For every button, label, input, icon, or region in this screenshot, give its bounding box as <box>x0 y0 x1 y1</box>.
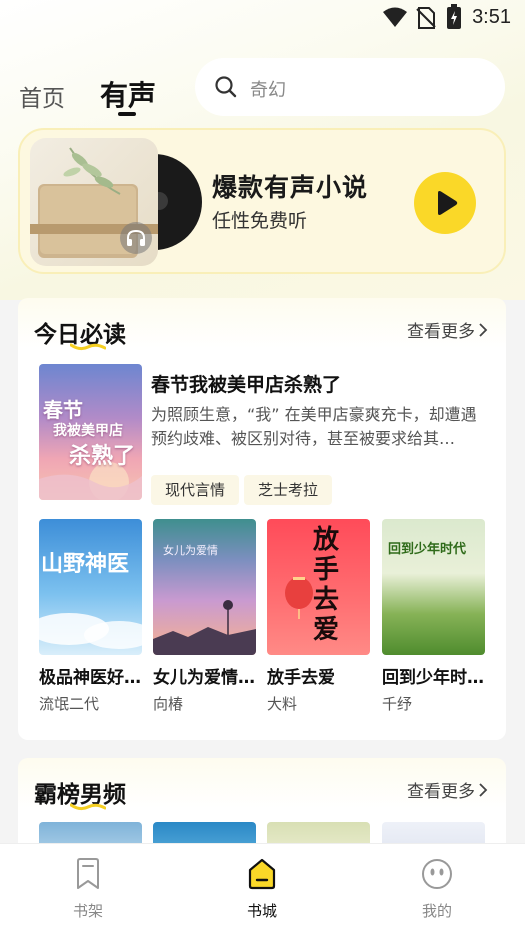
nav-label: 书城 <box>246 902 277 920</box>
book-card[interactable]: 女儿为爱情 女儿为爱情… 向椿 <box>153 519 256 714</box>
wifi-icon <box>383 7 407 27</box>
search-input[interactable]: 奇幻 <box>195 58 505 116</box>
clock: 3:51 <box>472 6 511 28</box>
book-author: 千纾 <box>382 695 413 713</box>
banner-title: 爆款有声小说 <box>212 173 369 202</box>
see-more-link[interactable]: 查看更多 <box>407 317 488 342</box>
battery-charging-icon <box>447 4 461 29</box>
play-icon <box>438 191 458 215</box>
nav-profile[interactable]: 我的 <box>397 858 477 921</box>
book-cover: 山野神医 <box>39 519 142 655</box>
nav-bookshelf[interactable]: 书架 <box>48 858 128 921</box>
book-author: 向椿 <box>153 695 184 713</box>
book-title: 极品神医好… <box>39 668 141 688</box>
bookstore-icon <box>248 858 276 890</box>
title-underline-decor <box>70 803 106 811</box>
headphones-icon <box>120 222 152 254</box>
active-tab-indicator <box>118 112 136 116</box>
book-cover: 放手去爱 <box>267 519 370 655</box>
play-button[interactable] <box>414 172 476 234</box>
bookmark-icon <box>77 858 99 889</box>
book-title: 回到少年时… <box>382 668 484 688</box>
audio-novel-banner[interactable]: 爆款有声小说 任性免费听 <box>18 128 506 274</box>
author-tag[interactable]: 芝士考拉 <box>244 475 333 505</box>
book-cover: 回到少年时代 <box>382 519 485 655</box>
featured-book-description: 为照顾生意，“我” 在美甲店豪爽充卡，却遭遇预约歧难、被区别对待，甚至被要求给其… <box>151 405 477 448</box>
featured-book-cover[interactable]: 春节 我被美甲店 杀熟了 <box>39 364 142 500</box>
featured-book-title[interactable]: 春节我被美甲店杀熟了 <box>151 370 341 397</box>
search-placeholder: 奇幻 <box>250 80 286 101</box>
book-author: 大料 <box>267 695 298 713</box>
bottom-navigation: 书架 书城 我的 <box>0 843 525 935</box>
book-card[interactable]: 山野神医 极品神医好… 流氓二代 <box>39 519 142 714</box>
tab-audio[interactable]: 有声 <box>100 74 156 114</box>
book-author: 流氓二代 <box>39 695 100 713</box>
nav-bookstore[interactable]: 书城 <box>222 858 302 921</box>
see-more-link[interactable]: 查看更多 <box>407 777 488 802</box>
book-title: 放手去爱 <box>267 668 335 688</box>
book-card[interactable]: 放手去爱 放手去爱 大料 <box>267 519 370 714</box>
book-cover: 女儿为爱情 <box>153 519 256 655</box>
status-bar: 3:51 <box>0 0 525 36</box>
nav-label: 书架 <box>72 902 103 920</box>
book-title: 女儿为爱情… <box>153 668 255 688</box>
tab-home[interactable]: 首页 <box>19 79 65 113</box>
chevron-right-icon <box>479 782 488 802</box>
profile-face-icon <box>422 859 452 889</box>
banner-subtitle: 任性免费听 <box>212 210 308 232</box>
book-card[interactable]: 回到少年时代 回到少年时… 千纾 <box>382 519 485 714</box>
no-sim-icon <box>416 7 436 29</box>
search-icon <box>215 76 237 98</box>
today-section: 今日必读 查看更多 春节 我被美甲店 杀熟了 春节我被美甲店杀熟了 为照顾生意，… <box>18 298 506 740</box>
nav-label: 我的 <box>421 902 452 920</box>
title-underline-decor <box>70 343 106 351</box>
chevron-right-icon <box>479 322 488 342</box>
genre-tag[interactable]: 现代言情 <box>151 475 240 505</box>
